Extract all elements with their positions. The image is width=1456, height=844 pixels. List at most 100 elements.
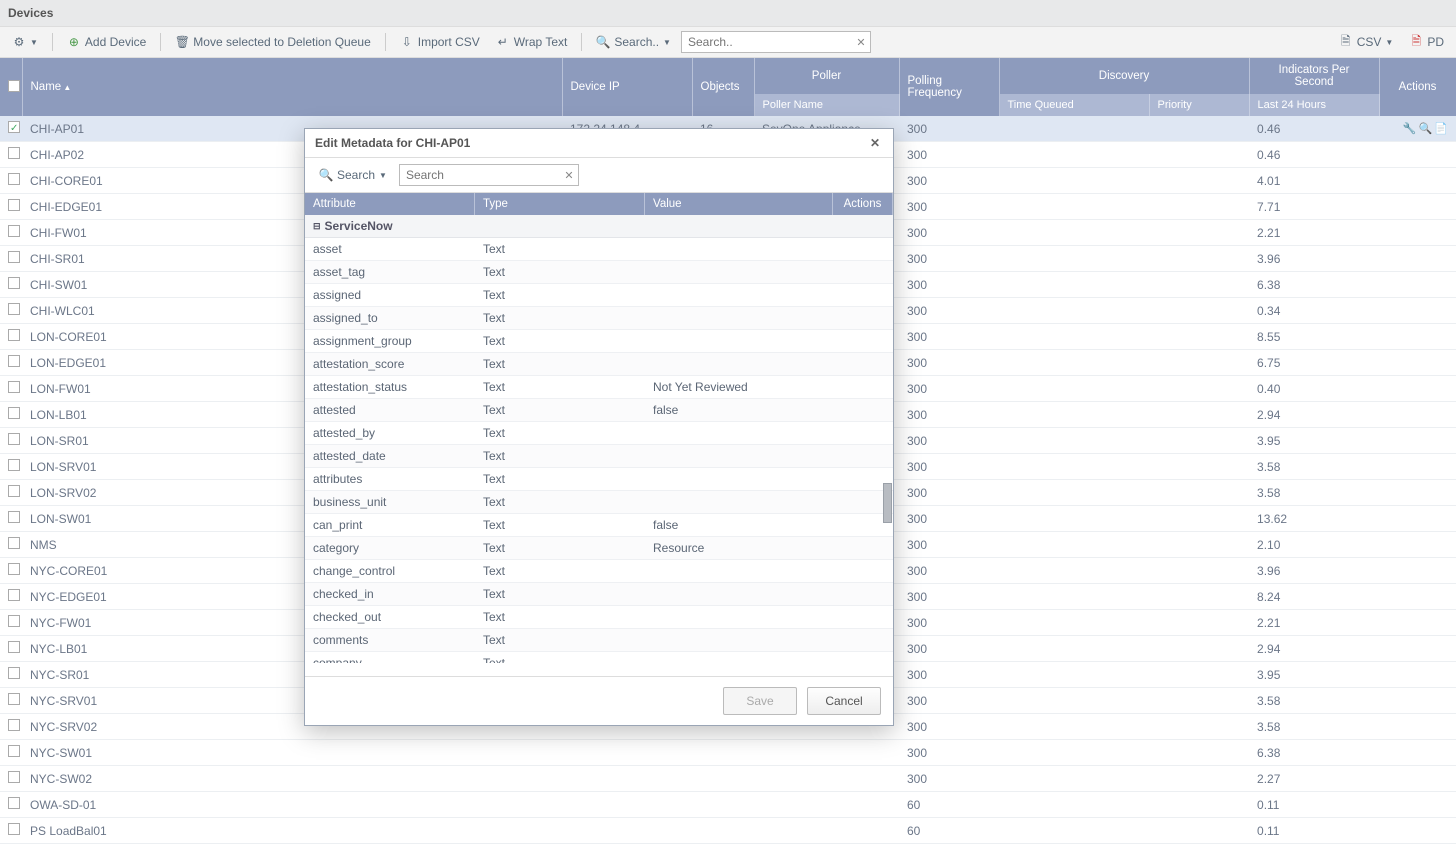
cell-actions [1379,688,1456,714]
metadata-row[interactable]: assignment_groupText [305,330,893,353]
dialog-search-clear[interactable]: ✕ [561,167,577,183]
metadata-row[interactable]: asset_tagText [305,261,893,284]
action-icon[interactable]: 🔧 [1403,122,1417,135]
metadata-row[interactable]: business_unitText [305,491,893,514]
row-checkbox[interactable] [0,636,22,662]
scrollbar-thumb[interactable] [883,483,892,523]
chevron-down-icon: ▼ [1385,38,1393,47]
row-checkbox[interactable] [0,558,22,584]
metadata-row[interactable]: can_printTextfalse [305,514,893,537]
wrap-text-button[interactable]: ↵ Wrap Text [490,32,574,52]
action-icon[interactable]: 🔍 [1419,122,1433,135]
col-attribute[interactable]: Attribute [305,193,475,215]
cell-freq: 60 [899,792,999,818]
row-checkbox[interactable] [0,220,22,246]
metadata-row[interactable]: attested_byText [305,422,893,445]
row-checkbox[interactable] [0,740,22,766]
row-checkbox[interactable] [0,792,22,818]
cell-actions [833,583,893,605]
dialog-close-button[interactable]: ✕ [867,135,883,151]
row-checkbox[interactable] [0,324,22,350]
col-device-ip[interactable]: Device IP [562,58,692,116]
metadata-row[interactable]: change_controlText [305,560,893,583]
col-discovery-group[interactable]: Discovery [999,58,1249,94]
cell-actions [1379,792,1456,818]
metadata-row[interactable]: commentsText [305,629,893,652]
row-checkbox[interactable] [0,454,22,480]
row-checkbox[interactable] [0,246,22,272]
row-checkbox[interactable] [0,272,22,298]
dialog-search-input[interactable] [399,164,579,186]
row-checkbox[interactable] [0,532,22,558]
cell-attribute: checked_out [305,606,475,628]
row-checkbox[interactable] [0,350,22,376]
row-checkbox[interactable] [0,610,22,636]
metadata-row[interactable]: assigned_toText [305,307,893,330]
metadata-row[interactable]: categoryTextResource [305,537,893,560]
table-row[interactable]: OWA-SD-01600.11 [0,792,1456,818]
row-checkbox[interactable] [0,116,22,142]
add-device-button[interactable]: ⊕ Add Device [61,32,152,52]
col-name[interactable]: Name [22,58,562,116]
col-ips-group[interactable]: Indicators Per Second [1249,58,1379,94]
col-polling-freq[interactable]: Polling Frequency [899,58,999,116]
metadata-row[interactable]: assignedText [305,284,893,307]
cell-priority [1149,532,1249,558]
search-input[interactable] [681,31,871,53]
col-actions[interactable]: Actions [833,193,893,215]
metadata-group-servicenow[interactable]: ⊟ ServiceNow [305,215,893,238]
row-checkbox[interactable] [0,194,22,220]
row-checkbox[interactable] [0,142,22,168]
row-checkbox[interactable] [0,480,22,506]
row-checkbox[interactable] [0,818,22,844]
cancel-button[interactable]: Cancel [807,687,881,715]
export-csv-button[interactable]: 🗎 CSV ▼ [1333,32,1400,52]
col-poller-group[interactable]: Poller [754,58,899,94]
row-checkbox[interactable] [0,714,22,740]
col-type[interactable]: Type [475,193,645,215]
cell-priority [1149,402,1249,428]
col-value[interactable]: Value [645,193,833,215]
metadata-row[interactable]: attestation_scoreText [305,353,893,376]
row-checkbox[interactable] [0,662,22,688]
metadata-row[interactable]: companyText [305,652,893,663]
metadata-row[interactable]: checked_outText [305,606,893,629]
row-checkbox[interactable] [0,506,22,532]
metadata-row[interactable]: assetText [305,238,893,261]
metadata-row[interactable]: attributesText [305,468,893,491]
col-poller-name[interactable]: Poller Name [754,94,899,116]
row-checkbox[interactable] [0,402,22,428]
row-checkbox[interactable] [0,376,22,402]
import-csv-button[interactable]: ⇩ Import CSV [394,32,486,52]
col-actions[interactable]: Actions [1379,58,1456,116]
metadata-row[interactable]: checked_inText [305,583,893,606]
row-checkbox[interactable] [0,766,22,792]
export-pdf-button[interactable]: 🗎 PD [1403,32,1450,52]
search-dropdown[interactable]: 🔍 Search.. ▼ [590,32,677,52]
action-icon[interactable]: 📄 [1434,122,1448,135]
row-checkbox[interactable] [0,428,22,454]
col-priority[interactable]: Priority [1149,94,1249,116]
col-objects[interactable]: Objects [692,58,754,116]
search-clear-button[interactable]: ✕ [853,34,869,50]
col-time-queued[interactable]: Time Queued [999,94,1149,116]
gear-menu[interactable]: ⚙ ▼ [6,32,44,52]
dialog-footer: Save Cancel [305,677,893,725]
row-checkbox[interactable] [0,688,22,714]
dialog-search-dropdown[interactable]: 🔍 Search ▼ [313,165,393,185]
table-row[interactable]: NYC-SW023002.27 [0,766,1456,792]
save-button[interactable]: Save [723,687,797,715]
table-row[interactable]: PS LoadBal01600.11 [0,818,1456,844]
row-checkbox[interactable] [0,168,22,194]
row-checkbox[interactable] [0,298,22,324]
row-checkbox[interactable] [0,584,22,610]
metadata-row[interactable]: attestation_statusTextNot Yet Reviewed [305,376,893,399]
move-to-deletion-button[interactable]: 🗑 Move selected to Deletion Queue [169,32,376,52]
metadata-row[interactable]: attested_dateText [305,445,893,468]
metadata-row[interactable]: attestedTextfalse [305,399,893,422]
table-row[interactable]: NYC-SW013006.38 [0,740,1456,766]
cell-freq: 300 [899,740,999,766]
header-checkbox[interactable] [0,58,22,116]
metadata-rows[interactable]: ⊟ ServiceNow assetTextasset_tagTextassig… [305,215,893,663]
col-last24[interactable]: Last 24 Hours [1249,94,1379,116]
